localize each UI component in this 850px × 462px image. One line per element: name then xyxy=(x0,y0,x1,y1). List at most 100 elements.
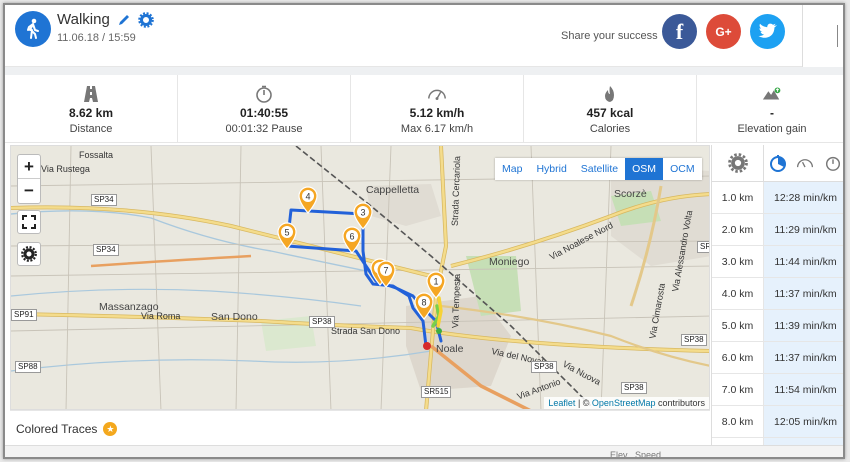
edit-pencil-icon[interactable] xyxy=(116,12,132,28)
road-shield: SR515 xyxy=(421,386,452,398)
route-marker-6[interactable]: 6 xyxy=(341,226,363,254)
layer-hybrid-button[interactable]: Hybrid xyxy=(529,158,573,180)
activity-datetime: 11.06.18 / 15:59 xyxy=(57,32,136,44)
stat-label: Elevation gain xyxy=(737,123,807,135)
split-row: 5.0 km 11:39 min/km xyxy=(712,310,843,342)
chart-tab-label: Elev xyxy=(610,450,628,459)
stat-distance: 8.62 km Distance xyxy=(5,75,178,143)
fullscreen-icon xyxy=(22,215,36,229)
route-marker-5[interactable]: 5 xyxy=(276,222,298,250)
stat-calories: 457 kcal Calories xyxy=(524,75,697,143)
stat-label: Distance xyxy=(69,123,113,135)
stat-value: 457 kcal xyxy=(586,106,634,120)
road-shield: SR2 xyxy=(697,241,709,253)
stopwatch-icon xyxy=(256,85,272,103)
svg-text:3: 3 xyxy=(360,208,365,218)
map-settings-button[interactable] xyxy=(17,242,41,266)
stat-label: Max 6.17 km/h xyxy=(400,123,474,135)
place-label-san-dono: San Dono xyxy=(211,311,258,323)
split-pace: 11:37 min/km xyxy=(764,342,843,373)
stats-row: 8.62 km Distance 01:40:55 00:01:32 Pause… xyxy=(5,75,843,143)
split-pace: 11:54 min/km xyxy=(764,374,843,405)
route-marker-7[interactable]: 7 xyxy=(375,260,397,288)
route-map[interactable]: Fossalta Via Rustega Cappelletta Scorzè … xyxy=(10,145,710,410)
stat-value: 5.12 km/h xyxy=(409,106,465,120)
place-label-scorze: Scorzè xyxy=(614,188,647,200)
road-shield: SP38 xyxy=(531,361,557,373)
colored-traces-bar[interactable]: Colored Traces ★ xyxy=(10,410,710,444)
road-icon xyxy=(84,86,98,102)
speedometer-tab-icon[interactable] xyxy=(796,154,814,172)
layer-osm-button[interactable]: OSM xyxy=(625,158,664,180)
split-distance: 6.0 km xyxy=(712,342,764,373)
map-attribution: Leaflet | © OpenStreetMap contributors xyxy=(544,397,709,409)
road-shield: SP88 xyxy=(15,361,41,373)
map-tiles xyxy=(11,146,709,409)
split-distance: 5.0 km xyxy=(712,310,764,341)
split-distance: 7.0 km xyxy=(712,374,764,405)
split-pace: 12:28 min/km xyxy=(764,182,843,213)
split-distance: 1.0 km xyxy=(712,182,764,213)
stat-speed: 5.12 km/h Max 6.17 km/h xyxy=(351,75,524,143)
layer-ocm-button[interactable]: OCM xyxy=(663,158,702,180)
split-pace: 12:05 min/km xyxy=(764,406,843,437)
split-row: 6.0 km 11:37 min/km xyxy=(712,342,843,374)
twitter-share-button[interactable] xyxy=(750,14,785,49)
route-marker-8[interactable]: 8 xyxy=(413,292,435,320)
split-distance: 3.0 km xyxy=(712,246,764,277)
zoom-out-button[interactable]: − xyxy=(18,179,40,203)
road-shield: SP38 xyxy=(621,382,647,394)
split-pace: 11:44 min/km xyxy=(764,246,843,277)
svg-text:1: 1 xyxy=(433,277,438,287)
facebook-share-button[interactable]: f xyxy=(662,14,697,49)
leaflet-link[interactable]: Leaflet xyxy=(548,398,575,408)
street-label: Strada San Dono xyxy=(331,326,401,336)
split-row: 8.0 km 12:05 min/km xyxy=(712,406,843,438)
stat-value: - xyxy=(770,106,774,120)
road-shield: SP38 xyxy=(681,334,707,346)
split-row: 3.0 km 11:44 min/km xyxy=(712,246,843,278)
stopwatch-tab-icon[interactable] xyxy=(824,154,842,172)
splits-settings-button[interactable] xyxy=(712,145,764,181)
colored-traces-toggle[interactable]: Colored Traces ★ xyxy=(16,422,118,436)
split-pace: 11:39 min/km xyxy=(764,310,843,341)
flame-icon xyxy=(605,86,614,102)
split-distance: 8.0 km xyxy=(712,406,764,437)
layer-map-button[interactable]: Map xyxy=(495,158,529,180)
route-marker-4[interactable]: 4 xyxy=(297,186,319,214)
stat-elevation: - Elevation gain xyxy=(697,75,843,143)
place-label-cappelletta: Cappelletta xyxy=(366,184,420,196)
pace-tab-icon[interactable] xyxy=(769,154,787,172)
zoom-in-button[interactable]: + xyxy=(18,155,40,179)
chart-area-peek: Elev Speed xyxy=(5,445,843,459)
zoom-control: + − xyxy=(17,154,41,204)
settings-gear-icon[interactable] xyxy=(137,11,154,28)
header-divider xyxy=(5,67,843,75)
svg-text:7: 7 xyxy=(383,266,388,276)
road-shield: SP34 xyxy=(91,194,117,206)
stat-value: 01:40:55 xyxy=(239,106,289,120)
stat-duration: 01:40:55 00:01:32 Pause xyxy=(178,75,351,143)
gear-icon xyxy=(727,153,748,173)
fullscreen-button[interactable] xyxy=(17,210,41,234)
split-distance: 4.0 km xyxy=(712,278,764,309)
place-label-fossalta: Fossalta xyxy=(79,150,114,160)
gear-icon xyxy=(21,246,37,262)
google-plus-share-button[interactable]: G+ xyxy=(706,14,741,49)
elevation-bar xyxy=(5,458,125,459)
attribution-sep: | © xyxy=(575,398,592,408)
osm-link[interactable]: OpenStreetMap xyxy=(592,398,656,408)
layer-satellite-button[interactable]: Satellite xyxy=(574,158,625,180)
svg-text:4: 4 xyxy=(305,192,310,202)
street-label: Via Tempesta xyxy=(450,273,463,329)
right-edge-panel xyxy=(802,5,843,67)
split-row: 2.0 km 11:29 min/km xyxy=(712,214,843,246)
place-label-moniego: Moniego xyxy=(489,256,530,268)
speedometer-icon xyxy=(428,89,446,100)
attribution-tail: contributors xyxy=(655,398,705,408)
road-shield: SP38 xyxy=(309,316,335,328)
map-layer-switcher: Map Hybrid Satellite OSM OCM xyxy=(495,158,702,180)
split-row: 7.0 km 11:54 min/km xyxy=(712,374,843,406)
svg-text:8: 8 xyxy=(421,298,426,308)
street-label: Via Roma xyxy=(141,311,181,321)
